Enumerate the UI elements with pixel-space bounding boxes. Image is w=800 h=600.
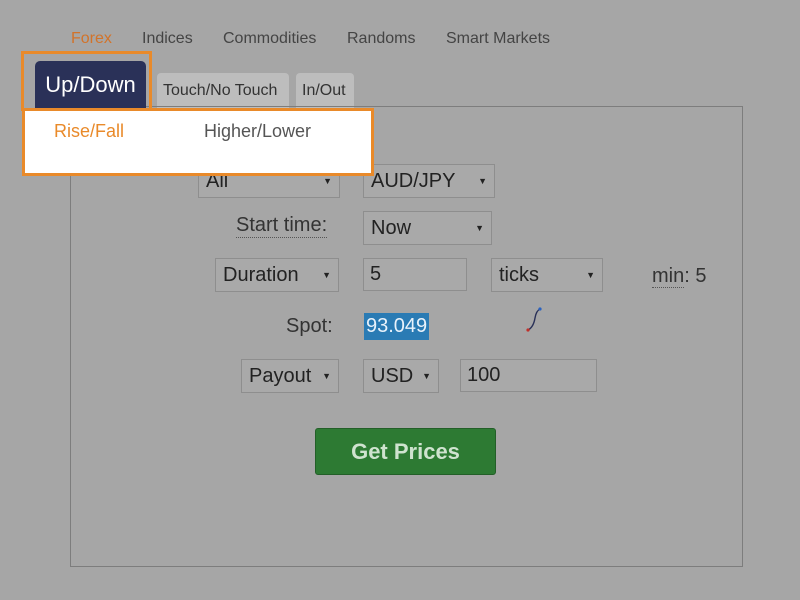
duration-type-select[interactable]: Duration ▼ bbox=[215, 258, 339, 292]
nav-forex[interactable]: Forex bbox=[71, 30, 112, 48]
spot-label: Spot: bbox=[286, 315, 333, 337]
duration-type-value: Duration bbox=[223, 264, 299, 286]
nav-indices[interactable]: Indices bbox=[142, 30, 193, 48]
start-time-label: Start time: bbox=[236, 214, 328, 238]
tab-touch-no-touch[interactable]: Touch/No Touch bbox=[157, 73, 289, 108]
underlying-value: AUD/JPY bbox=[371, 170, 456, 192]
currency-value: USD bbox=[371, 365, 414, 387]
min-value: : 5 bbox=[684, 265, 707, 287]
market-nav: Forex Indices Commodities Randoms Smart … bbox=[0, 30, 800, 52]
min-duration: min: 5 bbox=[652, 265, 706, 288]
payout-type-select[interactable]: Payout ▼ bbox=[241, 359, 339, 393]
chevron-down-icon: ▼ bbox=[475, 223, 484, 233]
dropdown-item-higher-lower[interactable]: Higher/Lower bbox=[204, 121, 311, 142]
duration-input[interactable]: 5 bbox=[363, 258, 467, 291]
chevron-down-icon: ▼ bbox=[322, 270, 331, 280]
nav-commodities[interactable]: Commodities bbox=[223, 30, 316, 48]
payout-type-value: Payout bbox=[249, 365, 312, 387]
nav-smart-markets[interactable]: Smart Markets bbox=[446, 30, 550, 48]
spot-sparkline-icon bbox=[526, 307, 542, 332]
dropdown-item-rise-fall[interactable]: Rise/Fall bbox=[54, 121, 124, 142]
chevron-down-icon: ▼ bbox=[322, 371, 331, 381]
duration-unit-value: ticks bbox=[499, 264, 539, 286]
nav-randoms[interactable]: Randoms bbox=[347, 30, 415, 48]
start-time-value: Now bbox=[371, 217, 412, 239]
underlying-select[interactable]: AUD/JPY ▼ bbox=[363, 164, 495, 198]
chevron-down-icon: ▼ bbox=[586, 270, 595, 280]
tab-up-down[interactable]: Up/Down bbox=[35, 61, 146, 108]
tab-in-out[interactable]: In/Out bbox=[296, 73, 354, 108]
chevron-down-icon: ▼ bbox=[422, 371, 431, 381]
start-time-select[interactable]: Now ▼ bbox=[363, 211, 492, 245]
chevron-down-icon: ▼ bbox=[478, 176, 487, 186]
spot-value: 93.049 bbox=[364, 313, 430, 340]
contract-type-dropdown: Rise/Fall Higher/Lower bbox=[22, 108, 374, 176]
amount-input[interactable]: 100 bbox=[460, 359, 597, 392]
get-prices-button[interactable]: Get Prices bbox=[315, 428, 496, 475]
min-label: min bbox=[652, 265, 685, 288]
duration-unit-select[interactable]: ticks ▼ bbox=[491, 258, 603, 292]
currency-select[interactable]: USD ▼ bbox=[363, 359, 439, 393]
